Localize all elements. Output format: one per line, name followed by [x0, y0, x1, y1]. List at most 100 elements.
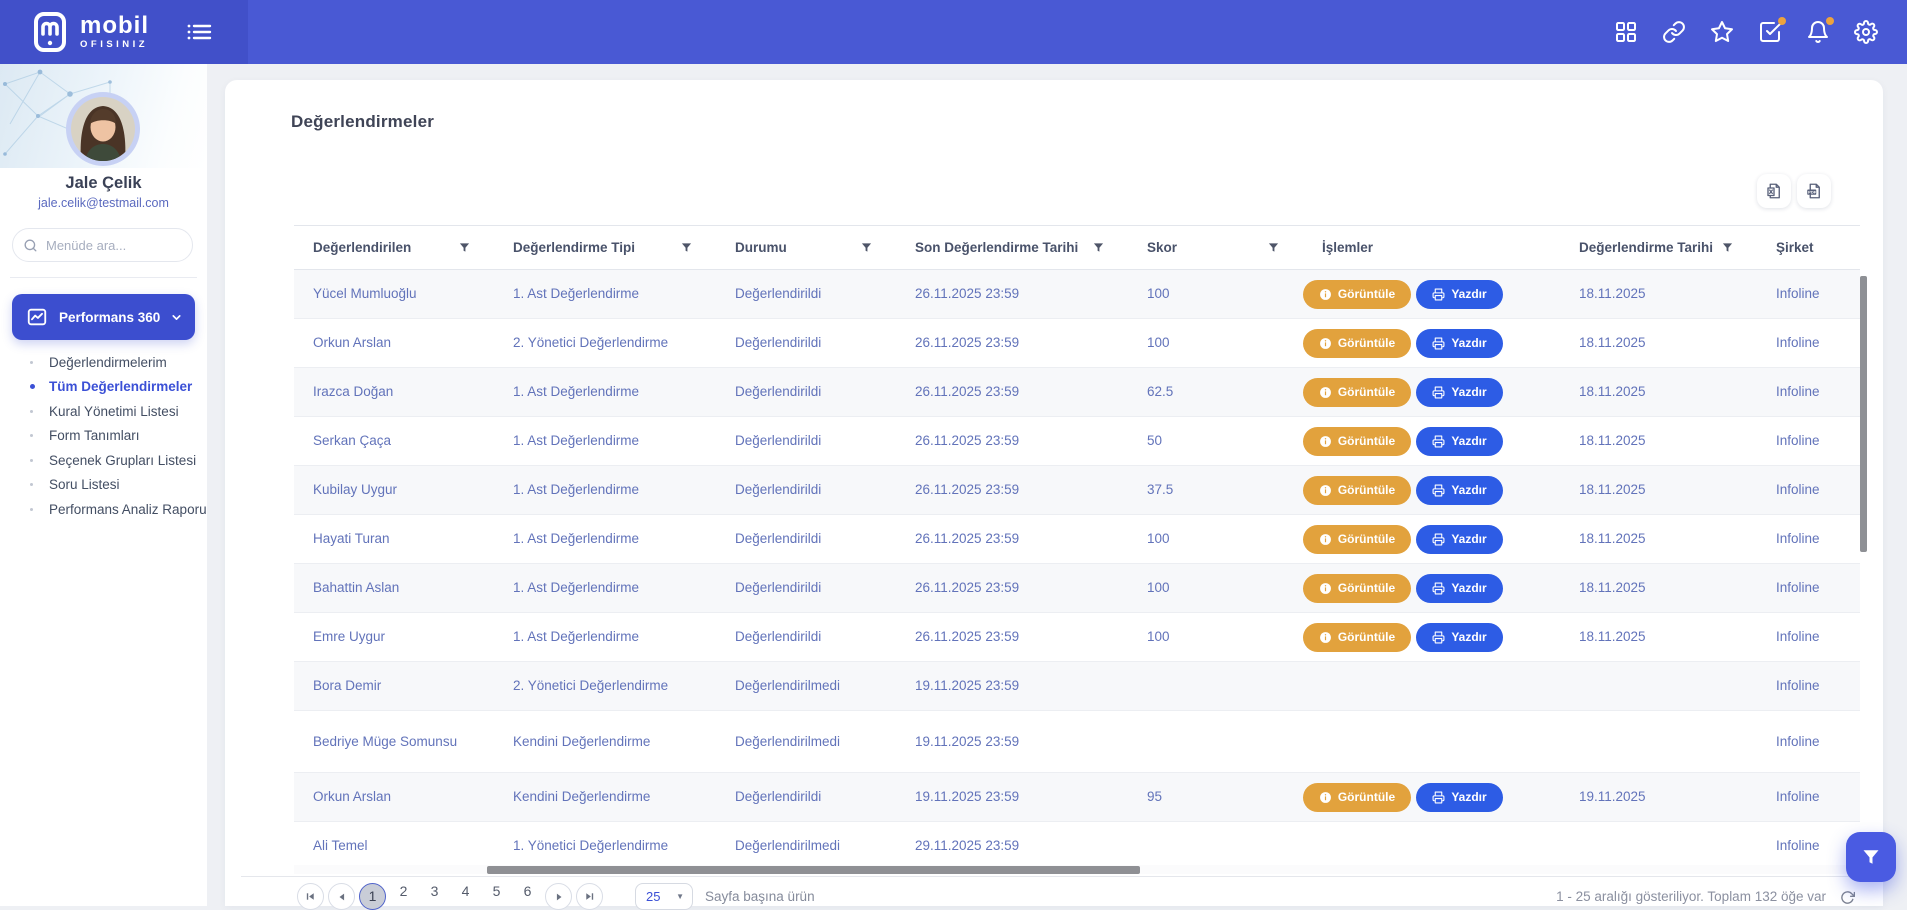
print-button[interactable]: Yazdır [1416, 378, 1503, 407]
excel-export-button[interactable] [1757, 174, 1791, 208]
printer-icon [1432, 582, 1445, 595]
bullet-icon [30, 384, 35, 389]
company: Infoline [1757, 787, 1860, 807]
view-button[interactable]: Görüntüle [1303, 329, 1411, 358]
sidebar-item[interactable]: Form Tanımları [0, 424, 207, 449]
filter-icon[interactable] [861, 242, 872, 253]
pdf-export-button[interactable]: PDF [1797, 174, 1831, 208]
select-caret-icon: ▼ [676, 892, 684, 901]
search-input[interactable] [46, 238, 176, 253]
print-button[interactable]: Yazdır [1416, 783, 1503, 812]
evaluations-table: DeğerlendirilenDeğerlendirme TipiDurumuS… [294, 225, 1860, 871]
sidebar-menu: DeğerlendirmelerimTüm DeğerlendirmelerKu… [0, 350, 207, 522]
filter-icon[interactable] [459, 242, 470, 253]
print-button[interactable]: Yazdır [1416, 476, 1503, 505]
column-header: Durumu [716, 226, 896, 269]
print-button[interactable]: Yazdır [1416, 427, 1503, 456]
view-button[interactable]: Görüntüle [1303, 783, 1411, 812]
sidebar-item[interactable]: Değerlendirmelerim [0, 350, 207, 375]
last-evaluation-date: 26.11.2025 23:59 [896, 529, 1128, 549]
print-button[interactable]: Yazdır [1416, 525, 1503, 554]
score: 100 [1128, 627, 1303, 647]
evaluation-date: 18.11.2025 [1560, 333, 1757, 353]
refresh-icon[interactable] [1840, 890, 1855, 905]
column-header: Değerlendirilen [294, 226, 494, 269]
filter-fab-button[interactable] [1846, 832, 1896, 882]
apps-grid-icon[interactable] [1613, 19, 1639, 45]
info-icon [1319, 582, 1332, 595]
tasks-check-icon[interactable] [1757, 19, 1783, 45]
evaluated-person: Bora Demir [294, 676, 494, 696]
score: 100 [1128, 333, 1303, 353]
print-button-label: Yazdır [1451, 336, 1486, 350]
avatar[interactable] [66, 92, 140, 166]
table-row: Yücel Mumluoğlu1. Ast DeğerlendirmeDeğer… [294, 270, 1860, 319]
evaluated-person: Orkun Arslan [294, 787, 494, 807]
sidebar-group-performans-360[interactable]: Performans 360 [12, 294, 195, 340]
notifications-bell-icon[interactable] [1805, 19, 1831, 45]
view-button-label: Görüntüle [1338, 385, 1395, 399]
settings-gear-icon[interactable] [1853, 19, 1879, 45]
view-button-label: Görüntüle [1338, 336, 1395, 350]
print-button[interactable]: Yazdır [1416, 623, 1503, 652]
evaluation-date: 18.11.2025 [1560, 284, 1757, 304]
status: Değerlendirildi [716, 480, 896, 500]
view-button[interactable]: Görüntüle [1303, 525, 1411, 554]
sidebar-item[interactable]: Soru Listesi [0, 473, 207, 498]
printer-icon [1432, 791, 1445, 804]
view-button[interactable]: Görüntüle [1303, 574, 1411, 603]
print-button-label: Yazdır [1451, 630, 1486, 644]
print-button[interactable]: Yazdır [1416, 329, 1503, 358]
print-button[interactable]: Yazdır [1416, 280, 1503, 309]
sidebar-item[interactable]: Kural Yönetimi Listesi [0, 399, 207, 424]
filter-funnel-icon [1862, 848, 1880, 866]
printer-icon [1432, 484, 1445, 497]
view-button-label: Görüntüle [1338, 483, 1395, 497]
star-icon[interactable] [1709, 19, 1735, 45]
print-button[interactable]: Yazdır [1416, 574, 1503, 603]
evaluated-person: Ali Temel [294, 836, 494, 856]
last-evaluation-date: 29.11.2025 23:59 [896, 836, 1128, 856]
menu-search[interactable] [12, 228, 193, 262]
view-button[interactable]: Görüntüle [1303, 280, 1411, 309]
actions-cell: Görüntüle Yazdır [1303, 574, 1560, 603]
view-button[interactable]: Görüntüle [1303, 623, 1411, 652]
status: Değerlendirildi [716, 578, 896, 598]
last-evaluation-date: 19.11.2025 23:59 [896, 732, 1128, 752]
filter-icon[interactable] [681, 242, 692, 253]
column-header: Son Değerlendirme Tarihi [896, 226, 1128, 269]
score: 100 [1128, 529, 1303, 549]
company: Infoline [1757, 333, 1860, 353]
evaluation-date: 18.11.2025 [1560, 627, 1757, 647]
sidebar-item[interactable]: Seçenek Grupları Listesi [0, 448, 207, 473]
view-button[interactable]: Görüntüle [1303, 378, 1411, 407]
view-button-label: Görüntüle [1338, 790, 1395, 804]
score: 100 [1128, 284, 1303, 304]
link-icon[interactable] [1661, 19, 1687, 45]
filter-icon[interactable] [1268, 242, 1279, 253]
info-icon [1319, 631, 1332, 644]
filter-icon[interactable] [1093, 242, 1104, 253]
view-button[interactable]: Görüntüle [1303, 427, 1411, 456]
status: Değerlendirildi [716, 333, 896, 353]
info-icon [1319, 288, 1332, 301]
hamburger-menu-icon[interactable] [186, 20, 212, 44]
filter-icon[interactable] [1722, 242, 1733, 253]
search-icon [23, 238, 38, 253]
export-button-group: PDF [1757, 174, 1831, 208]
sidebar-item[interactable]: Tüm Değerlendirmeler [0, 375, 207, 400]
vertical-scrollbar[interactable] [1860, 276, 1867, 552]
view-button[interactable]: Görüntüle [1303, 476, 1411, 505]
evaluation-type: Kendini Değerlendirme [494, 732, 716, 752]
horizontal-scrollbar[interactable] [487, 866, 1140, 874]
status: Değerlendirildi [716, 431, 896, 451]
print-button-label: Yazdır [1451, 581, 1486, 595]
sidebar-item[interactable]: Performans Analiz Raporu [0, 497, 207, 522]
logo-block: mobil ofisiniz [0, 0, 248, 64]
top-bar: mobil ofisiniz [0, 0, 1907, 64]
brand-wordmark: mobil ofisiniz [80, 14, 149, 50]
actions-cell: GörüntüleYazdır [1303, 525, 1560, 554]
sidebar-item-label: Form Tanımları [49, 428, 140, 443]
sidebar-divider [10, 277, 197, 278]
evaluation-date: 19.11.2025 [1560, 787, 1757, 807]
